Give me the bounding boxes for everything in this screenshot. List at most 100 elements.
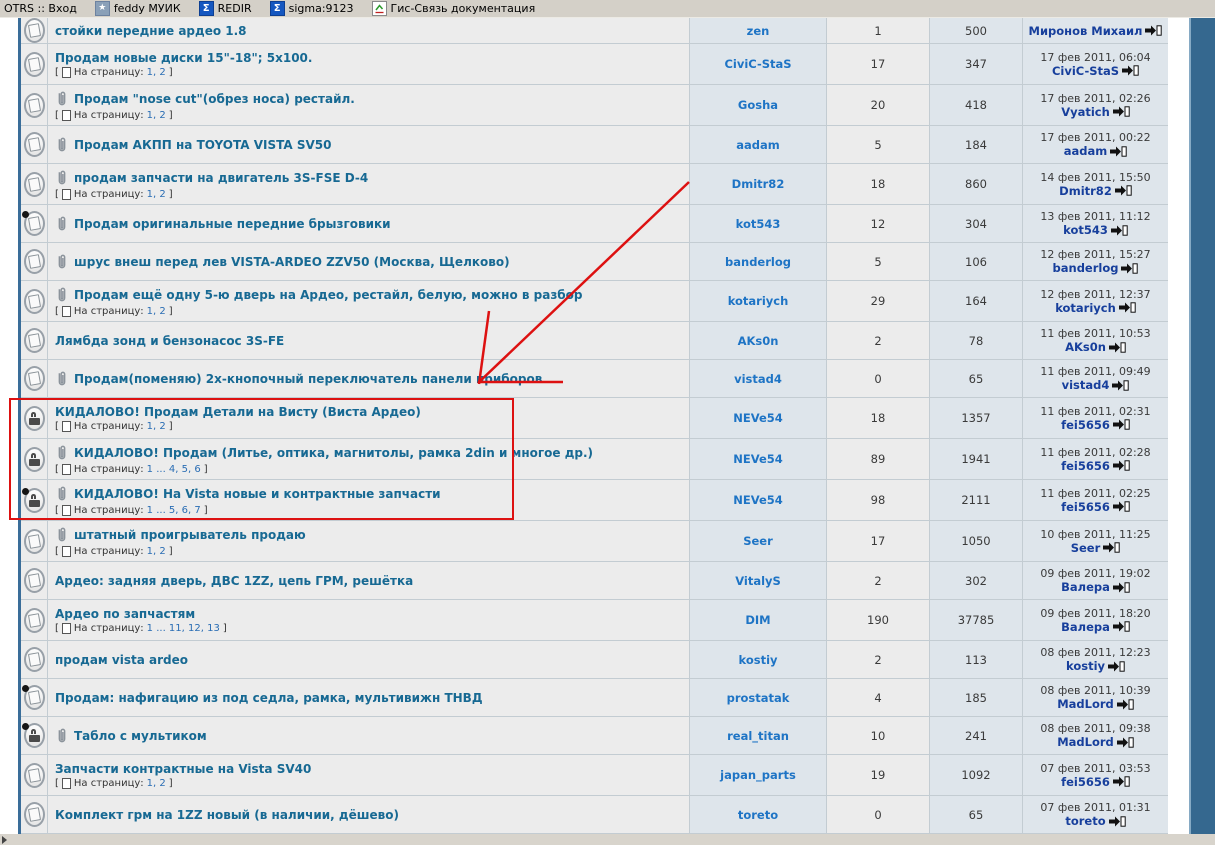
last-post-user-link[interactable]: kostiy bbox=[1066, 659, 1105, 673]
topic-title-link[interactable]: Комплект грм на 1ZZ новый (в наличии, дё… bbox=[55, 808, 399, 822]
bookmark-item[interactable]: Гис-Связь документация bbox=[372, 1, 536, 16]
last-post-user-link[interactable]: fei5656 bbox=[1061, 500, 1110, 514]
goto-last-post-icon[interactable] bbox=[1108, 661, 1125, 672]
topic-author-link[interactable]: real_titan bbox=[727, 729, 789, 743]
topic-title-link[interactable]: Лямбда зонд и бензонасос 3S-FE bbox=[55, 334, 284, 348]
pagination-links[interactable]: 1, 2 bbox=[147, 189, 166, 200]
topic-author-link[interactable]: Seer bbox=[743, 534, 773, 548]
topic-title-link[interactable]: Запчасти контрактные на Vista SV40 bbox=[55, 762, 311, 776]
topic-author-link[interactable]: vistad4 bbox=[734, 372, 782, 386]
goto-last-post-icon[interactable] bbox=[1109, 342, 1126, 353]
topic-title-link[interactable]: Продам: нафигацию из под седла, рамка, м… bbox=[55, 691, 483, 705]
goto-last-post-icon[interactable] bbox=[1113, 582, 1130, 593]
goto-last-post-icon[interactable] bbox=[1103, 542, 1120, 553]
goto-last-post-icon[interactable] bbox=[1117, 737, 1134, 748]
pagination-links[interactable]: 1 ... 4, 5, 6 bbox=[147, 464, 201, 475]
last-post-user-link[interactable]: banderlog bbox=[1053, 261, 1119, 275]
topic-author-link[interactable]: zen bbox=[747, 24, 770, 38]
topic-author-link[interactable]: AKs0n bbox=[738, 334, 779, 348]
pagination-links[interactable]: 1 ... 5, 6, 7 bbox=[147, 505, 201, 516]
topic-author-link[interactable]: DIM bbox=[745, 613, 770, 627]
topic-title-link[interactable]: Продам АКПП на TOYOTA VISTA SV50 bbox=[74, 138, 331, 152]
topic-author-link[interactable]: NEVe54 bbox=[733, 452, 783, 466]
pagination-links[interactable]: 1, 2 bbox=[147, 421, 166, 432]
topic-author-link[interactable]: Gosha bbox=[738, 98, 778, 112]
topic-title-link[interactable]: Продам(поменяю) 2х-кнопочный переключате… bbox=[74, 372, 542, 386]
topic-title-link[interactable]: Продам ещё одну 5-ю дверь на Ардео, рест… bbox=[74, 288, 583, 302]
last-post-user-link[interactable]: MadLord bbox=[1057, 735, 1114, 749]
topic-title-link[interactable]: КИДАЛОВО! На Vista новые и контрактные з… bbox=[74, 487, 441, 501]
pagination-links[interactable]: 1, 2 bbox=[147, 778, 166, 789]
goto-last-post-icon[interactable] bbox=[1111, 225, 1128, 236]
pagination-links[interactable]: 1, 2 bbox=[147, 306, 166, 317]
topic-title-link[interactable]: шрус внеш перед лев VISTA-ARDEO ZZV50 (М… bbox=[74, 255, 510, 269]
goto-last-post-icon[interactable] bbox=[1115, 185, 1132, 196]
topic-title-link[interactable]: Ардео: задняя дверь, ДВС 1ZZ, цепь ГРМ, … bbox=[55, 574, 413, 588]
last-post-user-link[interactable]: Валера bbox=[1061, 620, 1110, 634]
last-post-user-link[interactable]: fei5656 bbox=[1061, 418, 1110, 432]
topic-author-link[interactable]: toreto bbox=[738, 808, 778, 822]
last-post-user-link[interactable]: aadam bbox=[1064, 144, 1108, 158]
scrollbar-arrow-icon[interactable] bbox=[2, 836, 7, 844]
topic-author-link[interactable]: japan_parts bbox=[720, 768, 796, 782]
topic-title-link[interactable]: продам запчасти на двигатель 3S-FSE D-4 bbox=[74, 171, 368, 185]
topic-title-link[interactable]: КИДАЛОВО! Продам (Литье, оптика, магнито… bbox=[74, 446, 593, 460]
topic-author-link[interactable]: CiviC-StaS bbox=[724, 57, 791, 71]
goto-last-post-icon[interactable] bbox=[1110, 146, 1127, 157]
last-post-user-link[interactable]: Миронов Михаил bbox=[1029, 24, 1143, 38]
topic-title-link[interactable]: КИДАЛОВО! Продам Детали на Висту (Виста … bbox=[55, 405, 421, 419]
topic-title-link[interactable]: стойки передние ардео 1.8 bbox=[55, 24, 247, 38]
topic-title-link[interactable]: штатный проигрыватель продаю bbox=[74, 528, 306, 542]
last-post-user-link[interactable]: CiviC-StaS bbox=[1052, 64, 1119, 78]
last-post-user-link[interactable]: fei5656 bbox=[1061, 775, 1110, 789]
goto-last-post-icon[interactable] bbox=[1113, 419, 1130, 430]
pagination-links[interactable]: 1 ... 11, 12, 13 bbox=[147, 623, 220, 634]
last-post-user-link[interactable]: Vyatich bbox=[1061, 105, 1110, 119]
topic-author-link[interactable]: NEVe54 bbox=[733, 411, 783, 425]
last-post-user-link[interactable]: Валера bbox=[1061, 580, 1110, 594]
topic-title-link[interactable]: Табло с мультиком bbox=[74, 729, 207, 743]
topic-author-link[interactable]: kostiy bbox=[738, 653, 777, 667]
last-post-user-link[interactable]: MadLord bbox=[1057, 697, 1114, 711]
topic-title-link[interactable]: Продам оригинальные передние брызговики bbox=[74, 217, 391, 231]
topic-author-link[interactable]: kot543 bbox=[736, 217, 781, 231]
last-post-user-link[interactable]: vistad4 bbox=[1062, 378, 1110, 392]
topic-title-link[interactable]: Ардео по запчастям bbox=[55, 607, 195, 621]
goto-last-post-icon[interactable] bbox=[1112, 380, 1129, 391]
goto-last-post-icon[interactable] bbox=[1113, 621, 1130, 632]
last-post-user-link[interactable]: AKs0n bbox=[1065, 340, 1106, 354]
bookmark-item[interactable]: ★feddy МУИК bbox=[95, 1, 181, 16]
last-post-user-link[interactable]: Dmitr82 bbox=[1059, 184, 1112, 198]
topic-title-link[interactable]: продам vista ardeo bbox=[55, 653, 188, 667]
last-post-user-link[interactable]: Seer bbox=[1071, 541, 1101, 555]
goto-last-post-icon[interactable] bbox=[1122, 65, 1139, 76]
topic-author-link[interactable]: aadam bbox=[736, 138, 780, 152]
topic-title-link[interactable]: Продам "nose cut"(обрез носа) рестайл. bbox=[74, 92, 355, 106]
topic-author-link[interactable]: NEVe54 bbox=[733, 493, 783, 507]
topic-author-link[interactable]: Dmitr82 bbox=[732, 177, 785, 191]
goto-last-post-icon[interactable] bbox=[1113, 776, 1130, 787]
goto-last-post-icon[interactable] bbox=[1117, 699, 1134, 710]
last-post-user-link[interactable]: toreto bbox=[1065, 814, 1105, 828]
topic-title-link[interactable]: Продам новые диски 15"-18"; 5x100. bbox=[55, 51, 312, 65]
goto-last-post-icon[interactable] bbox=[1113, 460, 1130, 471]
pagination-links[interactable]: 1, 2 bbox=[147, 546, 166, 557]
pagination-links[interactable]: 1, 2 bbox=[147, 67, 166, 78]
topic-author-link[interactable]: kotariych bbox=[728, 294, 789, 308]
last-post-user-link[interactable]: kot543 bbox=[1063, 223, 1108, 237]
last-post-user-link[interactable]: fei5656 bbox=[1061, 459, 1110, 473]
topic-author-link[interactable]: banderlog bbox=[725, 255, 791, 269]
goto-last-post-icon[interactable] bbox=[1145, 25, 1162, 36]
goto-last-post-icon[interactable] bbox=[1121, 263, 1138, 274]
bookmark-item[interactable]: Σsigma:9123 bbox=[270, 1, 354, 16]
goto-last-post-icon[interactable] bbox=[1113, 106, 1130, 117]
last-post-user-link[interactable]: kotariych bbox=[1055, 301, 1116, 315]
pagination-links[interactable]: 1, 2 bbox=[147, 110, 166, 121]
bookmark-item[interactable]: ΣREDIR bbox=[199, 1, 252, 16]
bookmark-item[interactable]: OTRS :: Вход bbox=[4, 2, 77, 15]
goto-last-post-icon[interactable] bbox=[1109, 816, 1126, 827]
goto-last-post-icon[interactable] bbox=[1119, 302, 1136, 313]
topic-author-link[interactable]: prostatak bbox=[727, 691, 790, 705]
topic-author-link[interactable]: VitalyS bbox=[735, 574, 781, 588]
goto-last-post-icon[interactable] bbox=[1113, 501, 1130, 512]
